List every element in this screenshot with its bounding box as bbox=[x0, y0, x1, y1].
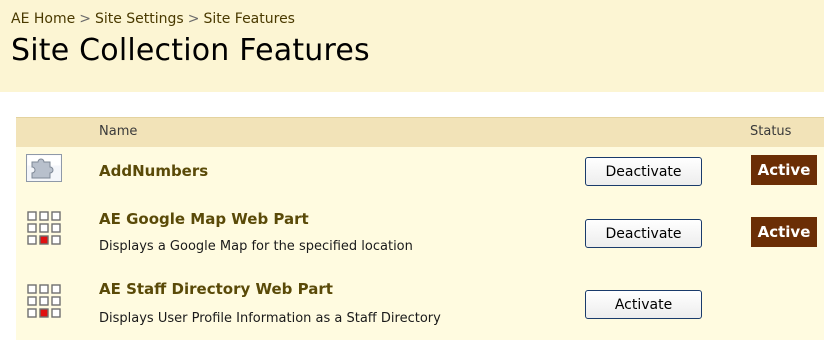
breadcrumb: AE Home > Site Settings > Site Features bbox=[11, 11, 295, 27]
breadcrumb-link-site-settings[interactable]: Site Settings bbox=[95, 11, 184, 27]
column-header-name: Name bbox=[99, 124, 138, 139]
feature-row-staff-directory: AE Staff Directory Web Part Displays Use… bbox=[16, 273, 824, 340]
breadcrumb-separator: > bbox=[79, 11, 91, 27]
feature-title: AE Google Map Web Part bbox=[99, 210, 309, 228]
breadcrumb-link-home[interactable]: AE Home bbox=[11, 11, 75, 27]
feature-description: Displays User Profile Information as a S… bbox=[99, 311, 441, 326]
feature-description: Displays a Google Map for the specified … bbox=[99, 239, 413, 254]
status-badge: Active bbox=[751, 217, 817, 247]
breadcrumb-current-site-features: Site Features bbox=[203, 11, 295, 27]
table-header-row: Name Status bbox=[16, 117, 824, 147]
activate-button[interactable]: Activate bbox=[585, 290, 702, 319]
feature-title: AddNumbers bbox=[99, 162, 209, 180]
features-table: Name Status AddNumbers Deactivate Active bbox=[16, 117, 824, 340]
page-title: Site Collection Features bbox=[11, 33, 370, 68]
deactivate-button[interactable]: Deactivate bbox=[585, 219, 702, 248]
column-header-status: Status bbox=[750, 124, 792, 139]
page-title-area: AE Home > Site Settings > Site Features Site… bbox=[0, 0, 824, 92]
web-part-grid-icon bbox=[26, 210, 64, 252]
feature-title: AE Staff Directory Web Part bbox=[99, 280, 333, 298]
breadcrumb-separator: > bbox=[187, 11, 200, 27]
deactivate-button[interactable]: Deactivate bbox=[585, 157, 702, 186]
feature-row-google-map: AE Google Map Web Part Displays a Google… bbox=[16, 203, 824, 273]
puzzle-feature-icon bbox=[26, 154, 62, 186]
feature-row-addnumbers: AddNumbers Deactivate Active bbox=[16, 147, 824, 203]
status-badge: Active bbox=[751, 155, 817, 185]
web-part-grid-icon bbox=[26, 283, 64, 325]
